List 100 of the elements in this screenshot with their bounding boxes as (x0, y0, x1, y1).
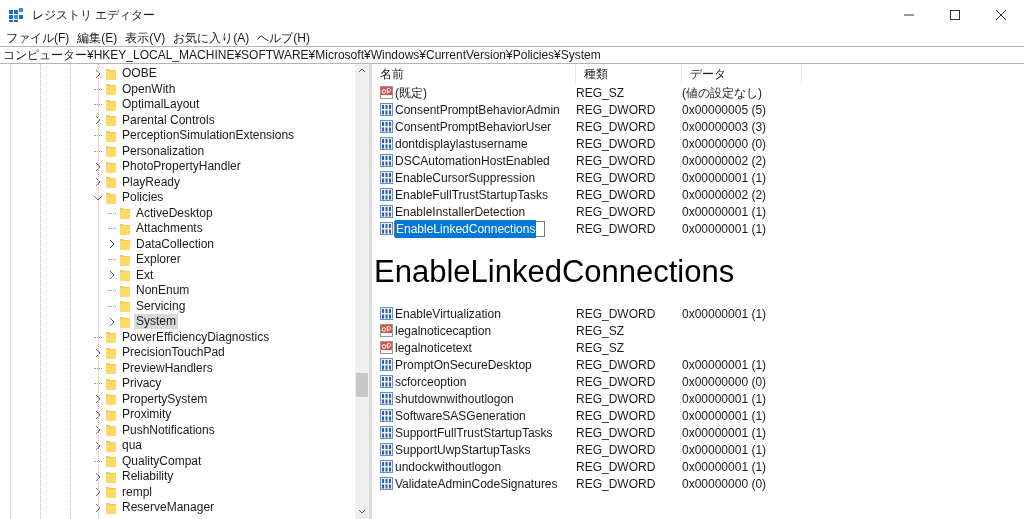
chevron-right-icon[interactable] (107, 239, 116, 250)
value-name[interactable]: legalnoticetext (395, 338, 472, 357)
tree-item[interactable]: ActiveDesktop (134, 205, 215, 221)
binary-value-icon (380, 307, 393, 320)
value-type: REG_DWORD (576, 102, 656, 117)
value-name[interactable]: EnableInstallerDetection (395, 202, 526, 221)
tree-item[interactable]: Attachments (134, 221, 205, 237)
column-header[interactable]: 種類 (576, 64, 682, 83)
value-name[interactable]: ValidateAdminCodeSignatures (395, 474, 558, 493)
folder-icon (105, 469, 117, 484)
menu-item[interactable]: ヘルプ(H) (257, 28, 310, 47)
tree-item[interactable]: PrecisionTouchPad (120, 345, 227, 361)
chevron-right-icon[interactable] (93, 471, 102, 482)
rename-field[interactable]: EnableLinkedConnections (394, 220, 546, 237)
binary-value-icon (380, 137, 393, 150)
tree-item[interactable]: PreviewHandlers (120, 360, 215, 376)
chevron-right-icon[interactable] (107, 270, 116, 281)
value-type: REG_SZ (576, 85, 624, 100)
tree-item[interactable]: OptimalLayout (120, 97, 202, 113)
scroll-thumb[interactable] (356, 373, 368, 397)
binary-value-icon (380, 426, 393, 439)
tree-item[interactable]: DataCollection (134, 236, 217, 252)
value-name[interactable]: DSCAutomationHostEnabled (395, 151, 550, 170)
value-name[interactable]: SupportFullTrustStartupTasks (395, 423, 553, 442)
tree-item[interactable]: rempl (120, 484, 154, 500)
tree-item[interactable]: PushNotifications (120, 422, 217, 438)
tree-item[interactable]: Ext (134, 267, 156, 283)
value-data: 0x00000001 (1) (682, 424, 767, 442)
value-name[interactable]: EnableCursorSuppression (395, 168, 536, 187)
tree-item[interactable]: PowerEfficiencyDiagnostics (120, 329, 272, 345)
tree-item[interactable]: PerceptionSimulationExtensions (120, 128, 297, 144)
value-data: 0x00000001 (1) (682, 390, 767, 408)
chevron-right-icon[interactable] (93, 409, 102, 420)
folder-icon (105, 407, 117, 422)
binary-value-icon (380, 358, 393, 371)
value-name[interactable]: undockwithoutlogon (395, 457, 502, 476)
value-name[interactable]: EnableVirtualization (395, 304, 501, 323)
menu-item[interactable]: ファイル(F) (6, 28, 70, 47)
value-name[interactable]: legalnoticecaption (395, 321, 492, 340)
tree-item[interactable]: PlayReady (120, 174, 183, 190)
chevron-right-icon[interactable] (93, 115, 102, 126)
menu-item[interactable]: お気に入り(A) (173, 28, 250, 47)
tree-item[interactable]: ReserveManager (120, 500, 217, 516)
tree-item[interactable]: Proximity (120, 407, 174, 423)
folder-icon (119, 237, 131, 252)
tree-item[interactable]: Servicing (134, 298, 188, 314)
value-name[interactable]: PromptOnSecureDesktop (395, 355, 532, 374)
menu-item[interactable]: 編集(E) (77, 28, 118, 47)
tree-item[interactable]: Policies (120, 190, 166, 206)
value-name[interactable]: dontdisplaylastusername (395, 134, 528, 153)
value-name[interactable]: scforceoption (395, 372, 467, 391)
address-bar[interactable]: コンピューター¥HKEY_LOCAL_MACHINE¥SOFTWARE¥Microsoft¥Windows¥CurrentVersion¥Policies¥System (3, 46, 601, 64)
chevron-right-icon[interactable] (93, 425, 102, 436)
tree-item[interactable]: OOBE (120, 66, 159, 82)
binary-value-icon (380, 375, 393, 388)
value-name[interactable]: shutdownwithoutlogon (395, 389, 514, 408)
tree-item[interactable]: System (134, 314, 178, 330)
chevron-right-icon[interactable] (93, 161, 102, 172)
registry-icon (8, 7, 24, 23)
value-name[interactable]: ConsentPromptBehaviorUser (395, 117, 552, 136)
tree-item[interactable]: qua (120, 438, 145, 454)
value-name[interactable]: EnableFullTrustStartupTasks (395, 185, 548, 204)
value-name[interactable]: SoftwareSASGeneration (395, 406, 526, 425)
value-type: REG_DWORD (576, 119, 656, 134)
tree-item[interactable]: PropertySystem (120, 391, 210, 407)
folder-icon (119, 314, 131, 329)
chevron-right-icon[interactable] (93, 487, 102, 498)
column-header[interactable]: データ (682, 64, 802, 83)
value-data: 0x00000000 (0) (682, 475, 767, 493)
tree-item[interactable]: QualityCompat (120, 453, 204, 469)
value-name[interactable]: ConsentPromptBehaviorAdmin (395, 100, 560, 119)
value-type: REG_DWORD (576, 187, 656, 202)
binary-value-icon (380, 222, 393, 235)
folder-icon (105, 485, 117, 500)
value-type: REG_DWORD (576, 204, 656, 219)
tree-item[interactable]: Personalization (120, 143, 207, 159)
chevron-right-icon[interactable] (93, 440, 102, 451)
folder-icon (119, 268, 131, 283)
value-type: REG_DWORD (576, 357, 656, 372)
value-name[interactable]: (既定) (395, 83, 427, 102)
tree-item[interactable]: NonEnum (134, 283, 192, 299)
menu-item[interactable]: 表示(V) (125, 28, 166, 47)
tree-item[interactable]: Privacy (120, 376, 164, 392)
tree-item[interactable]: Explorer (134, 252, 183, 268)
value-name[interactable]: SupportUwpStartupTasks (395, 440, 531, 459)
tree-item[interactable]: Reliability (120, 469, 176, 485)
tree-item[interactable]: OpenWith (120, 81, 178, 97)
scrollbar[interactable] (355, 64, 369, 519)
chevron-right-icon[interactable] (93, 394, 102, 405)
value-type: REG_DWORD (576, 170, 656, 185)
chevron-right-icon[interactable] (93, 68, 102, 79)
column-header[interactable]: 名前 (372, 64, 576, 83)
chevron-right-icon[interactable] (107, 316, 116, 327)
tree-item[interactable]: Parental Controls (120, 112, 217, 128)
chevron-right-icon[interactable] (93, 502, 102, 513)
chevron-down-icon[interactable] (92, 193, 103, 202)
tree-item[interactable]: PhotoPropertyHandler (120, 159, 243, 175)
chevron-right-icon[interactable] (93, 177, 102, 188)
chevron-right-icon[interactable] (93, 347, 102, 358)
value-type: REG_DWORD (576, 374, 656, 389)
